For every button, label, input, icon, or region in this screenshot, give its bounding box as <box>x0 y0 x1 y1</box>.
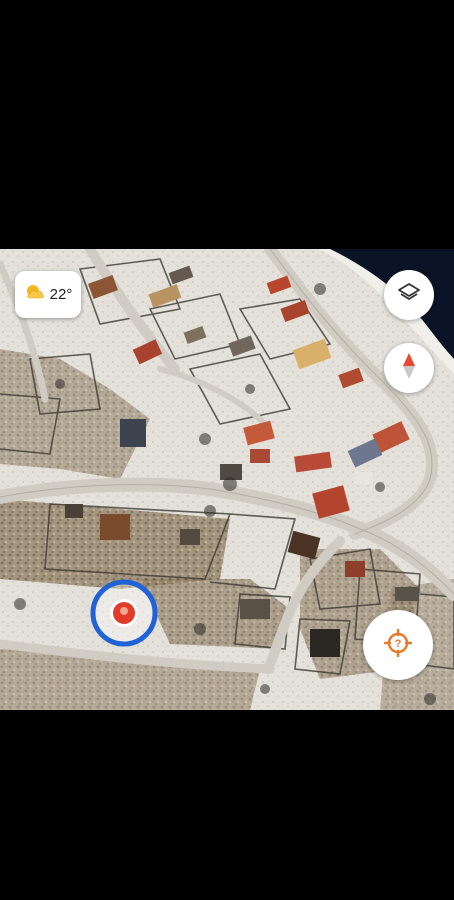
weather-chip[interactable]: 22° <box>15 271 81 318</box>
compass-icon <box>400 352 418 385</box>
temperature-label: 22° <box>49 286 73 303</box>
current-location-marker[interactable] <box>89 578 159 648</box>
compass-button[interactable] <box>384 343 434 393</box>
my-location-icon: ? <box>383 628 413 662</box>
svg-text:?: ? <box>395 638 402 650</box>
my-location-button[interactable]: ? <box>363 610 433 680</box>
layers-icon <box>397 281 421 310</box>
phone-screen: 22° ? <box>0 0 454 900</box>
partly-cloudy-icon <box>24 283 46 306</box>
layers-button[interactable] <box>384 270 434 320</box>
